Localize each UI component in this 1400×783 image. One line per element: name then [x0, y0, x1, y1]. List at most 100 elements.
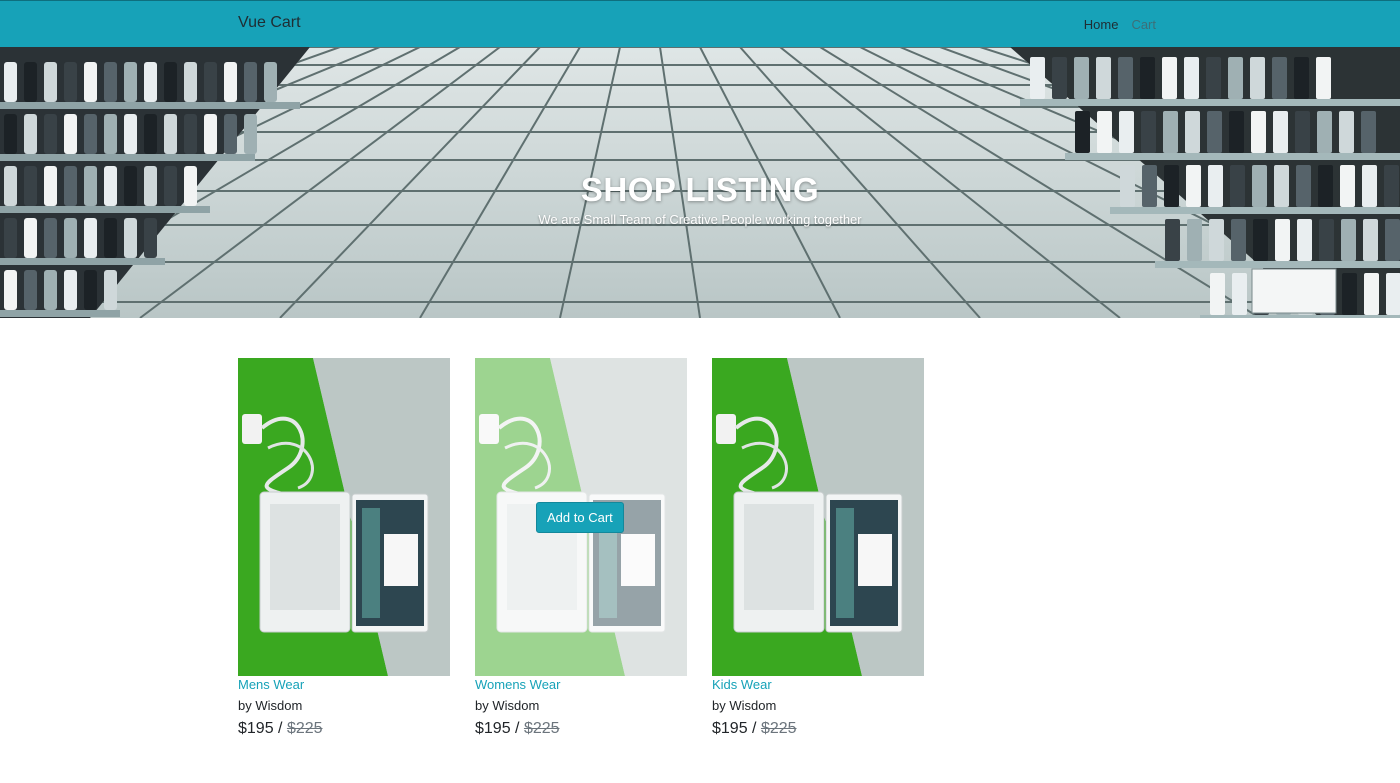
shelf-product [1074, 57, 1089, 99]
price-separator: / [747, 720, 761, 737]
shelf-product [64, 114, 77, 154]
shelf-product [1342, 273, 1357, 315]
product-card: Mens Wear by Wisdom $195 / $225 [238, 358, 450, 738]
shelf-product [264, 62, 277, 102]
shelf-product [1386, 273, 1400, 315]
shelf-product [1185, 111, 1200, 153]
shelf-product [64, 62, 77, 102]
brand-logo[interactable]: Vue Cart [238, 14, 301, 32]
shelf-product [104, 62, 117, 102]
nav-links: Home Cart [1084, 17, 1156, 32]
original-price: $225 [286, 720, 323, 737]
shelf-product [164, 114, 177, 154]
shelf-product [1228, 57, 1243, 99]
shelf-product [244, 114, 257, 154]
shelf-product [24, 114, 37, 154]
shelf-product [1163, 111, 1178, 153]
current-price: $195 [475, 720, 511, 737]
product-grid: Mens Wear by Wisdom $195 / $225 Add to C… [238, 358, 924, 738]
shelf-product [1339, 111, 1354, 153]
shelf-product [4, 270, 17, 310]
shelf-product [164, 62, 177, 102]
shelf-product [84, 270, 97, 310]
shelf-product [1229, 111, 1244, 153]
product-title[interactable]: Womens Wear [475, 677, 687, 692]
product-title[interactable]: Kids Wear [712, 677, 924, 692]
shelf-product [1206, 57, 1221, 99]
shelf-product [204, 114, 217, 154]
shelf-product [104, 114, 117, 154]
shelf-rail [1020, 99, 1400, 106]
current-price: $195 [238, 720, 274, 737]
shelf-rail [1065, 153, 1400, 160]
navbar: Vue Cart Home Cart [0, 0, 1400, 47]
shelf-product [1210, 273, 1225, 315]
product-card: Kids Wear by Wisdom $195 / $225 [712, 358, 924, 738]
shelf-product [104, 270, 117, 310]
original-price: $225 [760, 720, 797, 737]
shelf-product [1273, 111, 1288, 153]
shelf-product [1141, 111, 1156, 153]
shelf-product [4, 62, 17, 102]
laptop-photo [712, 358, 924, 676]
hero-title: SHOP LISTING [580, 171, 820, 208]
shelf-product [224, 114, 237, 154]
product-title[interactable]: Mens Wear [238, 677, 450, 692]
shelf-product [224, 62, 237, 102]
hero-banner: SHOP LISTING We are Small Team of Creati… [0, 47, 1400, 318]
product-price: $195 / $225 [475, 720, 687, 738]
shelf-product [1251, 111, 1266, 153]
shelf-product [1317, 111, 1332, 153]
shelf-product [84, 62, 97, 102]
shelf-product [124, 62, 137, 102]
shelf-product [1294, 57, 1309, 99]
shelf-product [1232, 273, 1247, 315]
screen-image [836, 508, 854, 618]
product-price: $195 / $225 [712, 720, 924, 738]
original-price: $225 [523, 720, 560, 737]
shelf-product [184, 114, 197, 154]
product-image[interactable] [712, 358, 924, 676]
shelf-rail [1155, 261, 1400, 268]
shelf-product [4, 114, 17, 154]
shelf-product [124, 114, 137, 154]
laptop-keyboard [270, 504, 340, 610]
shelf-product [1250, 57, 1265, 99]
screen-window [858, 534, 892, 586]
shelf-rail [0, 258, 165, 265]
price-separator: / [510, 720, 524, 737]
product-card: Add to Cart Womens Wear by Wisdom $195 /… [475, 358, 687, 738]
product-author: by Wisdom [712, 698, 777, 713]
nav-link-cart[interactable]: Cart [1131, 17, 1156, 32]
shelf-product [204, 62, 217, 102]
nav-link-home[interactable]: Home [1084, 17, 1119, 32]
promo-sign [1251, 268, 1337, 314]
shelf-product [1184, 57, 1199, 99]
shelf-product [1119, 111, 1134, 153]
shelf-rail [1200, 315, 1400, 318]
shelf-product [24, 270, 37, 310]
product-image[interactable] [238, 358, 450, 676]
shelf-product [1030, 57, 1045, 99]
add-to-cart-button[interactable]: Add to Cart [536, 502, 624, 533]
shelf-product [44, 62, 57, 102]
product-author: by Wisdom [475, 698, 540, 713]
laptop-keyboard [744, 504, 814, 610]
current-price: $195 [712, 720, 748, 737]
shelf-product [44, 114, 57, 154]
shelf-product [24, 62, 37, 102]
hero-subtitle: We are Small Team of Creative People wor… [538, 212, 862, 227]
screen-image [362, 508, 380, 618]
shelf-product [1052, 57, 1067, 99]
shelf-product [184, 62, 197, 102]
shelf-product [144, 114, 157, 154]
shelf-product [144, 62, 157, 102]
shelf-product [44, 270, 57, 310]
shelf-product [1272, 57, 1287, 99]
product-image[interactable]: Add to Cart [475, 358, 687, 676]
product-author: by Wisdom [238, 698, 303, 713]
shelf-product [1361, 111, 1376, 153]
price-separator: / [273, 720, 287, 737]
screen-window [384, 534, 418, 586]
shelf-product [1140, 57, 1155, 99]
